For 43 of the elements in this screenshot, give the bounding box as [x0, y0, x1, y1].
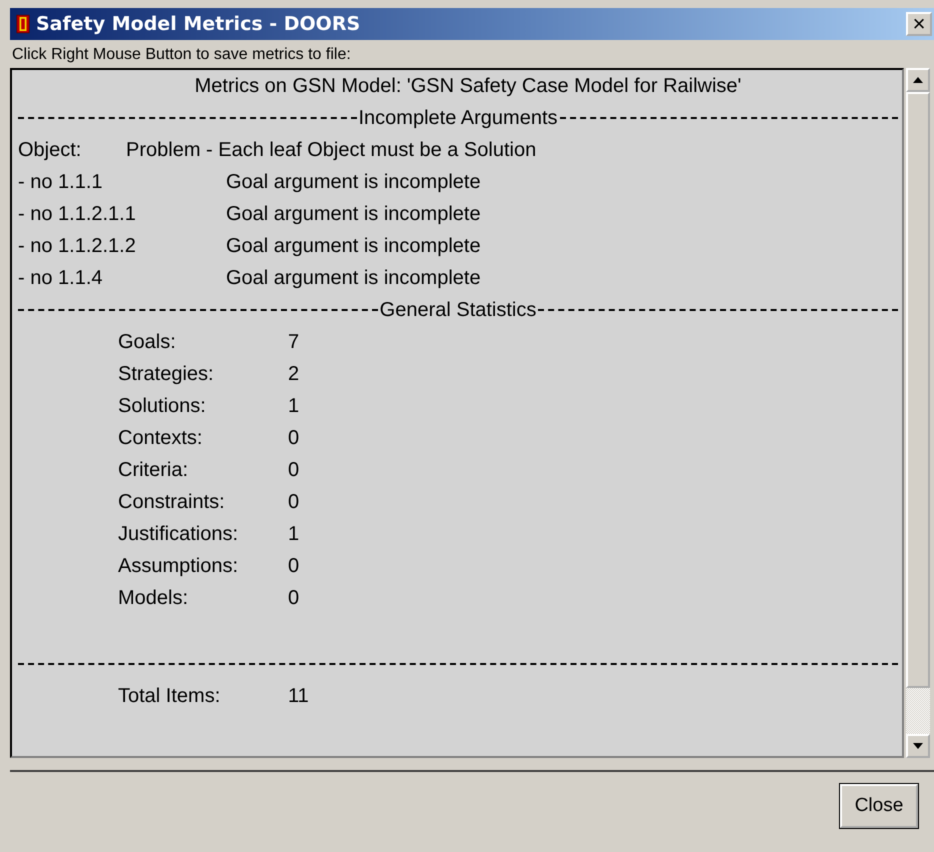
section-heading: Incomplete Arguments [358, 106, 558, 131]
issue-message: Goal argument is incomplete [226, 170, 481, 195]
stat-label: Solutions: [118, 394, 207, 419]
down-arrow-icon [913, 743, 923, 749]
stat-value: 0 [288, 586, 300, 611]
object-id: - no 1.1.4 [18, 266, 104, 291]
stat-label: Strategies: [118, 362, 215, 387]
door-icon [16, 13, 30, 35]
stat-value: 1 [288, 394, 300, 419]
metrics-text-area[interactable] [10, 68, 904, 758]
stat-value: 0 [288, 426, 300, 451]
object-label: Object: [18, 138, 82, 163]
stat-value: 11 [288, 684, 309, 709]
stat-label: Criteria: [118, 458, 190, 483]
issue-message: Goal argument is incomplete [226, 234, 481, 259]
report-heading: Metrics on GSN Model: 'GSN Safety Case Model for Railwise' [194, 74, 742, 99]
object-id: - no 1.1.2.1.2 [18, 234, 137, 259]
stat-label: Models: [118, 586, 190, 611]
close-button[interactable]: × [906, 12, 932, 36]
stat-label: Contexts: [118, 426, 204, 451]
stat-value: 1 [288, 522, 300, 547]
stat-value: 0 [288, 554, 300, 579]
stat-label: Assumptions: [118, 554, 240, 579]
issue-message: Goal argument is incomplete [226, 202, 481, 227]
object-text: Problem - Each leaf Object must be a Solution [126, 138, 536, 163]
stat-value: 7 [288, 330, 300, 355]
stat-label: Justifications: [118, 522, 240, 547]
close-dialog-button[interactable]: Close [840, 784, 918, 828]
object-id: - no 1.1.2.1.1 [18, 202, 137, 227]
issue-message: Goal argument is incomplete [226, 266, 481, 291]
stat-value: 2 [288, 362, 300, 387]
stat-value: 0 [288, 490, 300, 515]
stat-label: Goals: [118, 330, 177, 355]
stat-label: Total Items: [118, 684, 222, 709]
window-title: Safety Model Metrics - DOORS [36, 13, 362, 35]
scroll-down-button[interactable] [906, 734, 930, 758]
object-id: - no 1.1.1 [18, 170, 104, 195]
up-arrow-icon [913, 77, 923, 83]
stat-value: 0 [288, 458, 300, 483]
section-heading: General Statistics [380, 298, 536, 323]
scroll-up-button[interactable] [906, 68, 930, 92]
stat-label: Constraints: [118, 490, 226, 515]
hint-text: Click Right Mouse Button to save metrics to file: [11, 45, 352, 65]
